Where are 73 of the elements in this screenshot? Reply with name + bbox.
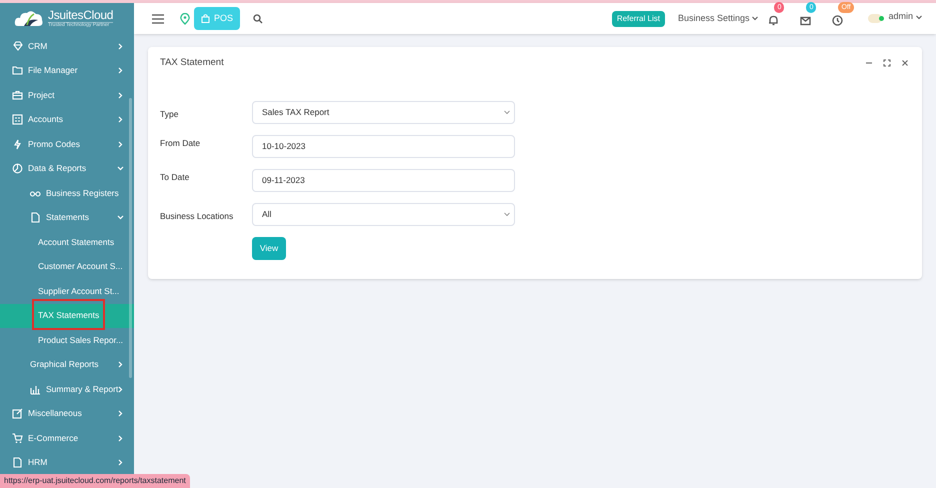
sidebar-item[interactable]: Project — [0, 83, 134, 108]
fullscreen-button[interactable] — [882, 58, 892, 68]
sidebar-item[interactable]: CRM — [0, 34, 134, 58]
clock-icon — [832, 14, 844, 26]
logo-text: JsuitesCloud — [48, 9, 114, 21]
chevron-right-icon — [117, 140, 124, 148]
date-field[interactable]: 10-10-2023 — [252, 135, 515, 158]
sidebar-item[interactable]: Summary & Report — [0, 377, 134, 402]
lightning-icon — [12, 138, 23, 150]
fullscreen-icon — [883, 59, 891, 67]
sidebar-item[interactable]: Product Sales Repor... — [0, 328, 134, 352]
chevron-right-icon — [117, 67, 124, 74]
chevron-right-icon — [117, 459, 124, 466]
date-field[interactable]: 09-11-2023 — [252, 169, 515, 192]
sidebar-item[interactable]: TAX Statements — [0, 304, 134, 328]
envelope-icon — [800, 14, 812, 26]
chevron-right-icon — [117, 92, 124, 99]
chevron-right-icon — [117, 361, 124, 368]
sidebar-item[interactable]: Statements — [0, 206, 134, 230]
bell-icon — [768, 14, 780, 26]
search-icon — [253, 14, 264, 24]
pos-button[interactable]: POS — [194, 7, 240, 30]
user-menu[interactable]: admin — [888, 10, 922, 24]
close-button[interactable] — [900, 58, 910, 68]
referral-list-link[interactable]: Referral List — [612, 10, 665, 26]
chevron-right-icon — [117, 116, 124, 124]
location-pin-icon — [180, 12, 190, 24]
menu-icon — [152, 14, 164, 24]
sidebar-item[interactable]: Business Registers — [0, 181, 134, 206]
card-title: TAX Statement — [160, 56, 224, 70]
sidebar-item[interactable]: Miscellaneous — [0, 402, 134, 426]
scrollbar[interactable] — [129, 98, 132, 378]
sidebar-item[interactable]: HRM — [0, 450, 134, 475]
dropdown-field[interactable]: Sales TAX Report — [252, 101, 515, 124]
sidebar-item[interactable]: Promo Codes — [0, 132, 134, 156]
sidebar-item[interactable]: Customer Account S... — [0, 254, 134, 279]
folder-icon — [12, 65, 23, 76]
bar-chart-icon — [30, 384, 41, 395]
chevron-down-icon — [117, 214, 124, 222]
sidebar-item[interactable]: Supplier Account St... — [0, 279, 134, 304]
field-label: Type — [160, 108, 180, 121]
chevron-right-icon — [117, 386, 124, 393]
edit-icon — [12, 408, 23, 420]
dropdown-field[interactable]: All — [252, 203, 515, 226]
gem-icon — [12, 40, 23, 52]
business-settings-menu[interactable]: Business Settings — [678, 12, 758, 26]
field-label: To Date — [160, 171, 190, 184]
chevron-right-icon — [117, 410, 124, 418]
calculator-icon — [12, 114, 23, 126]
pie-chart-icon — [12, 163, 23, 174]
sidebar-item[interactable]: Account Statements — [0, 230, 134, 254]
sidebar-item[interactable]: Accounts — [0, 108, 134, 132]
view-button[interactable]: View — [252, 237, 286, 260]
chevron-down-icon — [916, 14, 922, 20]
document-icon — [12, 457, 23, 468]
briefcase-icon — [12, 90, 23, 101]
chevron-right-icon — [117, 434, 124, 442]
sidebar-item[interactable]: Graphical Reports — [0, 352, 134, 377]
field-label: From Date — [160, 137, 202, 150]
chevron-down-icon — [752, 16, 758, 21]
sidebar-item[interactable]: E-Commerce — [0, 426, 134, 450]
chevron-down-icon — [504, 110, 510, 115]
chevron-down-icon — [117, 165, 124, 172]
close-icon — [901, 59, 909, 67]
status-url: https://erp-uat.jsuitecloud.com/reports/taxstatement — [0, 474, 190, 488]
chevron-down-icon — [504, 212, 510, 217]
chevron-right-icon — [117, 42, 124, 50]
shopping-bag-icon — [201, 14, 210, 23]
sidebar-item[interactable]: Data & Reports — [0, 156, 134, 181]
sidebar-item[interactable]: File Manager — [0, 58, 134, 83]
cart-icon — [12, 432, 23, 444]
field-label: Business Locations — [160, 210, 234, 223]
document-icon — [30, 212, 41, 224]
